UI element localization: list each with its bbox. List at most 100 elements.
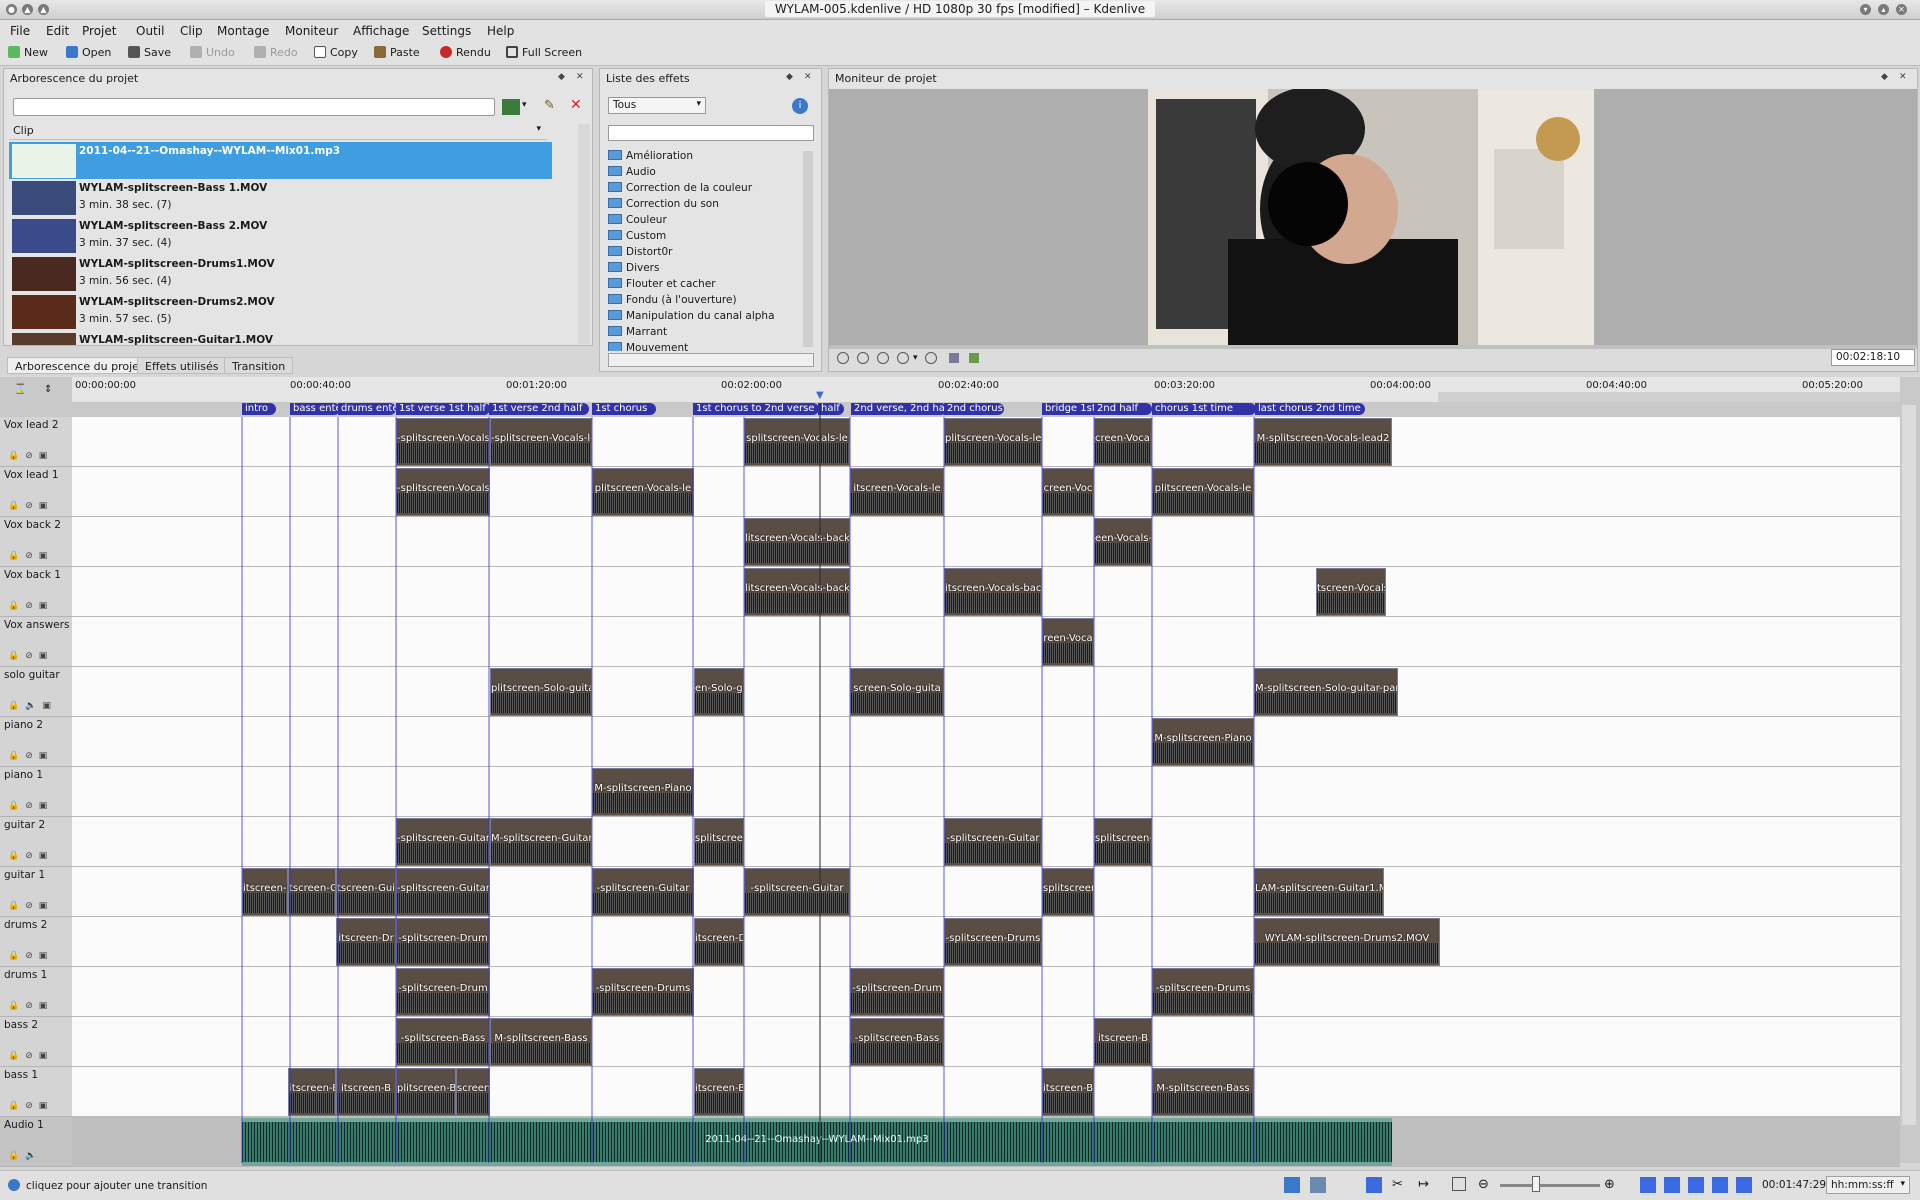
effect-category[interactable]: Divers (608, 262, 659, 278)
track-lane[interactable]: litscreen-Vocals-back itscreen-Vocals-ba… (72, 567, 1900, 617)
timeline-clip[interactable]: creen-Vocal (1094, 418, 1152, 466)
split-audio-icon[interactable] (1664, 1177, 1680, 1193)
timeline-clip[interactable]: M-splitscreen-Piano (592, 768, 694, 816)
timeline-clip[interactable]: -splitscreen-Bass (396, 1018, 490, 1066)
track-lane[interactable]: -splitscreen-Guitar M-splitscreen-Guitar… (72, 817, 1900, 867)
timeline-clip[interactable]: tscreen-Guita (336, 868, 396, 916)
guide-marker[interactable]: last chorus 2nd time (1255, 403, 1365, 415)
tab-transition[interactable]: Transition (224, 357, 294, 374)
timeline-clip[interactable]: WYLAM-splitscreen-Drums2.MOV (1254, 918, 1440, 966)
menu-montage[interactable]: Montage (217, 24, 269, 38)
timeline-clip[interactable]: M-splitscreen-Bass (490, 1018, 592, 1066)
guide-marker[interactable]: 1st chorus (592, 403, 656, 415)
guide-marker[interactable]: 1st chorus to 2nd verse (693, 403, 819, 415)
clip-item[interactable]: 2011-04--21--Omashay--WYLAM--Mix01.mp3 (9, 142, 552, 179)
track-lane[interactable]: -splitscreen-Vocals-le -splitscreen-Voca… (72, 417, 1900, 467)
track-lane[interactable]: -splitscreen-Bass M-splitscreen-Bass -sp… (72, 1017, 1900, 1067)
effect-category[interactable]: Custom (608, 230, 666, 246)
effect-category[interactable]: Amélioration (608, 150, 693, 166)
timeline-clip[interactable]: splitscreen-G (1042, 868, 1094, 916)
track-controls-icon[interactable]: 🔒⊘▣ (8, 451, 53, 461)
timeline-clip[interactable]: -splitscreen-Drum (396, 968, 490, 1016)
timeline-clip[interactable]: itscreen-B (1042, 1068, 1094, 1116)
track-header[interactable]: Vox back 2 🔒⊘▣ (0, 517, 72, 567)
project-scrollbar[interactable] (578, 124, 590, 344)
timeline-clip[interactable]: itscreen-Vocals-le (850, 468, 944, 516)
track-header[interactable]: drums 1 🔒⊘▣ (0, 967, 72, 1017)
timecode-field[interactable]: 00:02:18:10 (1831, 349, 1915, 366)
zone-start-icon[interactable] (837, 352, 849, 364)
menu-projet[interactable]: Projet (82, 24, 116, 38)
timeline-clip[interactable]: M-splitscreen-Guitar (490, 818, 592, 866)
snap-icon[interactable] (1452, 1177, 1466, 1191)
close-panel-icon[interactable]: ✕ (804, 72, 812, 82)
timeline-clip[interactable]: M-splitscreen-Solo-guitar-par (1254, 668, 1398, 716)
float-panel-icon[interactable]: ◆ (1881, 72, 1888, 82)
audio-level-icon[interactable] (969, 353, 979, 363)
track-lane[interactable]: M-splitscreen-Piano (72, 767, 1900, 817)
menu-affichage[interactable]: Affichage (353, 24, 409, 38)
effect-category[interactable]: Audio (608, 166, 656, 182)
timeline-clip[interactable]: plitscreen-B (396, 1068, 456, 1116)
guide-marker[interactable]: drums enter (338, 403, 396, 415)
info-icon[interactable]: i (792, 98, 808, 114)
clip-item[interactable]: WYLAM-splitscreen-Bass 2.MOV 3 min. 37 se… (9, 217, 552, 254)
timeline-clip[interactable]: itscreen-B (336, 1068, 396, 1116)
timeline-clip[interactable]: plitscreen-Vocals-le (592, 468, 694, 516)
timeline-clip[interactable]: splitscreen-G (694, 818, 744, 866)
timeline-clip[interactable]: -splitscreen-Bass (850, 1018, 944, 1066)
timeline-clip[interactable]: litscreen-Vocals-back (744, 568, 850, 616)
timeline-clip[interactable]: litscreen-Vocals-back (744, 518, 850, 566)
guide-marker[interactable]: intro (242, 403, 276, 415)
select-tool-icon[interactable] (1366, 1177, 1382, 1193)
float-panel-icon[interactable]: ◆ (558, 72, 565, 82)
timeline-scrollbar[interactable] (1902, 405, 1916, 1125)
track-lane[interactable]: litscreen-Vocals-back een-Vocals- (72, 517, 1900, 567)
effect-category[interactable]: Correction de la couleur (608, 182, 752, 198)
timeline-clip[interactable]: M-splitscreen-Vocals-lead2 (1254, 418, 1392, 466)
forward-icon[interactable] (925, 352, 937, 364)
timeline-clip[interactable]: screen- (456, 1068, 490, 1116)
track-header[interactable]: bass 2 🔒⊘▣ (0, 1017, 72, 1067)
copy-button[interactable]: Copy (314, 46, 358, 62)
close-panel-icon[interactable]: ✕ (576, 72, 584, 82)
track-header[interactable]: solo guitar 🔒🔈▣ (0, 667, 72, 717)
track-header[interactable]: piano 1 🔒⊘▣ (0, 767, 72, 817)
track-controls-icon[interactable]: 🔒⊘▣ (8, 1001, 53, 1011)
track-controls-icon[interactable]: 🔒⊘▣ (8, 851, 53, 861)
track-controls-icon[interactable]: 🔒⊘▣ (8, 751, 53, 761)
track-header[interactable]: bass 1 🔒⊘▣ (0, 1067, 72, 1117)
fit-zoom-icon[interactable] (1640, 1177, 1656, 1193)
video-thumbs-icon[interactable] (1284, 1177, 1300, 1193)
track-controls-icon[interactable]: 🔒⊘▣ (8, 801, 53, 811)
effect-category[interactable]: Couleur (608, 214, 667, 230)
timeline-zoom-icon[interactable]: ⇕ (44, 384, 52, 395)
track-controls-icon[interactable]: 🔒⊘▣ (8, 601, 53, 611)
rewind-icon[interactable] (877, 352, 889, 364)
effect-category[interactable]: Fondu (à l'ouverture) (608, 294, 737, 310)
clip-column-header[interactable]: Clip ▾ (9, 124, 547, 140)
effect-category[interactable]: Marrant (608, 326, 667, 342)
track-lane[interactable]: itscreen-B itscreen-B plitscreen-B scree… (72, 1067, 1900, 1117)
timeline-clip[interactable]: itscreen-Vocals-back (944, 568, 1042, 616)
audio-thumbs-icon[interactable] (1310, 1177, 1326, 1193)
edit-clip-icon[interactable]: ✎ (544, 98, 555, 113)
play-icon[interactable] (897, 352, 909, 364)
spacer-tool-icon[interactable]: ↦ (1418, 1177, 1429, 1192)
project-search-input[interactable] (13, 98, 495, 116)
guide-marker[interactable]: 1st verse 1st half (396, 403, 490, 415)
undo-button[interactable]: Undo (190, 46, 235, 62)
effect-category[interactable]: Mouvement (608, 342, 688, 351)
paste-button[interactable]: Paste (374, 46, 420, 62)
show-transitions-icon[interactable] (1712, 1177, 1728, 1193)
zoom-out-icon[interactable]: ⊖ (1478, 1177, 1489, 1192)
track-header[interactable]: guitar 2 🔒⊘▣ (0, 817, 72, 867)
timeline-clip[interactable]: M-splitscreen-Piano (1152, 718, 1254, 766)
timeline-clip[interactable]: itscreen-Dr (336, 918, 396, 966)
timeline-clip[interactable]: splitscreen-G (1094, 818, 1152, 866)
add-clip-icon[interactable] (502, 99, 520, 115)
timeline-clip[interactable]: plitscreen-Solo-guitar (490, 668, 592, 716)
guide-marker[interactable]: 2nd verse, 2nd half (851, 403, 947, 415)
track-controls-icon[interactable]: 🔒⊘▣ (8, 551, 53, 561)
playhead-marker-icon[interactable]: ▼ (816, 390, 824, 401)
